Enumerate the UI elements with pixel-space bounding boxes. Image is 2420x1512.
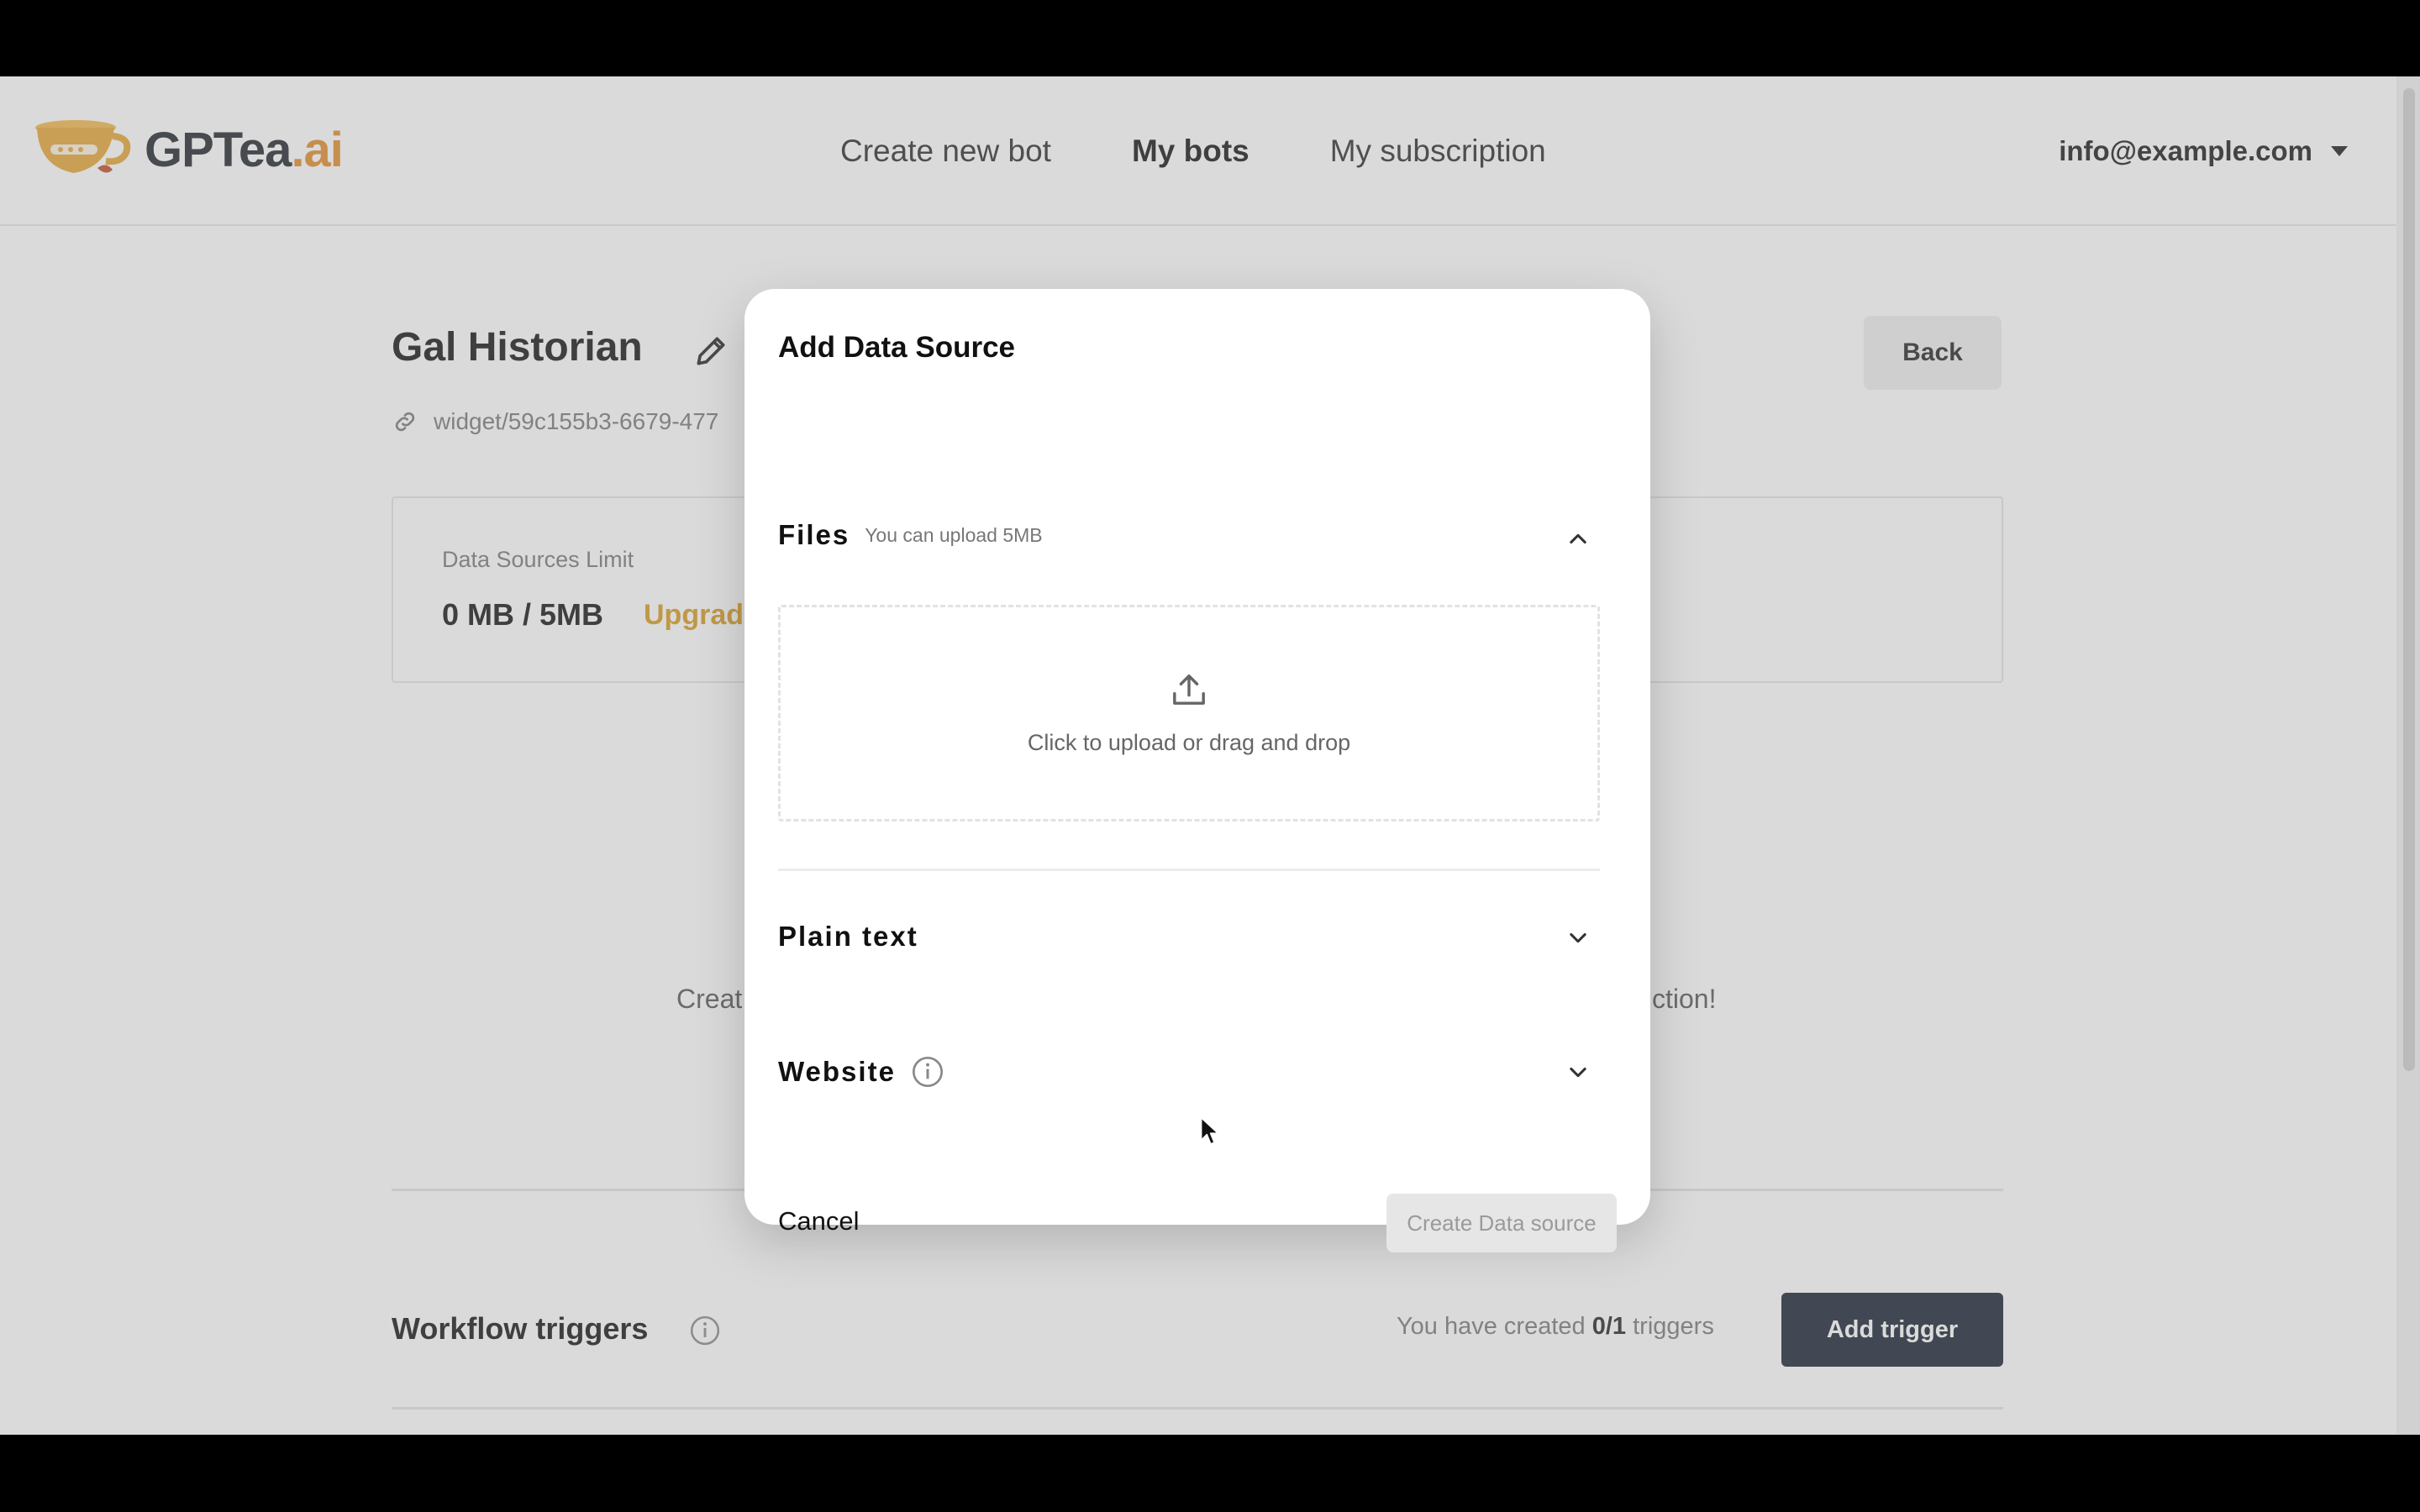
add-data-source-modal: Add Data Source Files You can upload 5MB… (744, 289, 1650, 1252)
modal-title: Add Data Source (778, 331, 1015, 364)
cancel-button[interactable]: Cancel (778, 1206, 860, 1236)
website-section-header[interactable]: Website (778, 1055, 944, 1089)
letterbox-top (0, 0, 2420, 76)
create-data-source-button[interactable]: Create Data source (1386, 1194, 1617, 1252)
chevron-down-icon[interactable] (1566, 926, 1590, 949)
plain-text-section-header[interactable]: Plain text (778, 921, 918, 953)
chevron-down-icon[interactable] (1566, 1060, 1590, 1084)
files-limit-note: You can upload 5MB (865, 523, 1043, 546)
letterbox-bottom (0, 1435, 2420, 1512)
info-icon[interactable] (911, 1055, 944, 1089)
upload-icon (1173, 674, 1205, 705)
mouse-cursor-icon (1200, 1116, 1219, 1145)
website-title: Website (778, 1056, 896, 1087)
files-title: Files (778, 519, 850, 550)
browser-viewport: GPTea.ai Create new bot My bots My subsc… (0, 76, 2420, 1435)
chevron-up-icon[interactable] (1566, 528, 1590, 551)
file-dropzone[interactable]: Click to upload or drag and drop (778, 605, 1600, 822)
dropzone-text: Click to upload or drag and drop (1027, 729, 1351, 755)
plain-text-title: Plain text (778, 921, 918, 952)
modal-divider (778, 869, 1600, 871)
files-section-header[interactable]: Files You can upload 5MB (778, 519, 1043, 551)
